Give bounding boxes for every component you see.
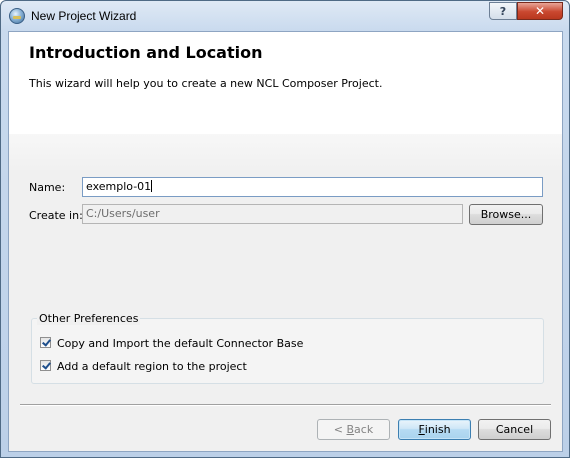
- create-in-label: Create in:: [29, 209, 83, 222]
- page-subtitle: This wizard will help you to create a ne…: [29, 77, 383, 90]
- window-title: New Project Wizard: [31, 9, 137, 23]
- back-mnemonic: B: [346, 423, 355, 436]
- finish-rest: inish: [424, 423, 451, 436]
- app-globe-icon: [9, 8, 25, 24]
- wizard-header: Introduction and Location This wizard wi…: [9, 32, 562, 134]
- wizard-content: Introduction and Location This wizard wi…: [8, 31, 563, 452]
- browse-button[interactable]: Browse...: [469, 204, 543, 225]
- create-in-field: C:/Users/user: [82, 204, 463, 224]
- name-input[interactable]: exemplo-01: [82, 177, 543, 197]
- copy-connector-base-checkbox[interactable]: [40, 337, 51, 348]
- text-caret: [151, 180, 153, 192]
- copy-connector-base-label: Copy and Import the default Connector Ba…: [57, 337, 304, 350]
- cancel-button[interactable]: Cancel: [478, 419, 551, 440]
- other-preferences-group: [31, 318, 544, 384]
- close-icon: ✕: [534, 4, 546, 18]
- finish-button[interactable]: Finish: [398, 419, 471, 440]
- name-input-value: exemplo-01: [86, 180, 152, 193]
- create-in-value: C:/Users/user: [86, 207, 160, 220]
- wizard-window: New Project Wizard ? ✕ Introduction and …: [0, 0, 570, 458]
- other-preferences-title: Other Preferences: [37, 312, 141, 325]
- close-button[interactable]: ✕: [517, 2, 563, 20]
- name-label: Name:: [29, 181, 66, 194]
- title-bar[interactable]: New Project Wizard ? ✕: [1, 1, 569, 31]
- back-rest: ack: [354, 423, 374, 436]
- help-icon: ?: [499, 4, 507, 18]
- help-button[interactable]: ?: [489, 2, 517, 20]
- footer-separator: [20, 404, 551, 406]
- default-region-checkbox[interactable]: [40, 360, 51, 371]
- back-button[interactable]: < Back: [317, 419, 390, 440]
- page-title: Introduction and Location: [29, 43, 263, 62]
- default-region-label: Add a default region to the project: [57, 360, 247, 373]
- back-prefix: <: [333, 423, 347, 436]
